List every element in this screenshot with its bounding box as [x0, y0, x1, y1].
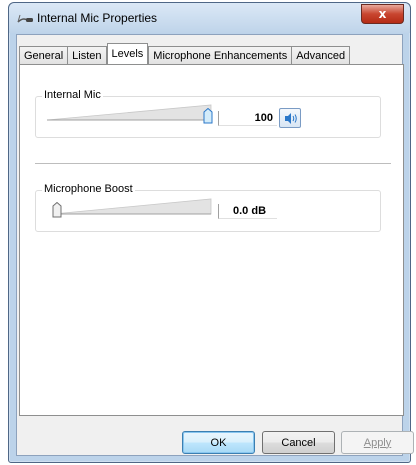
slider-track [46, 104, 212, 121]
internal-mic-value: 100 [218, 111, 277, 126]
internal-mic-slider[interactable] [46, 103, 213, 127]
close-icon: x [378, 7, 387, 21]
title-bar[interactable]: Internal Mic Properties x [9, 3, 410, 33]
internal-mic-label: Internal Mic [42, 89, 103, 101]
microphone-boost-label: Microphone Boost [42, 183, 135, 195]
window-title: Internal Mic Properties [37, 11, 158, 25]
internal-mic-slider-thumb[interactable] [203, 108, 213, 124]
microphone-boost-slider-thumb[interactable] [52, 202, 62, 218]
tab-microphone-enhancements[interactable]: Microphone Enhancements [148, 46, 293, 64]
microphone-icon [15, 10, 35, 26]
cancel-button[interactable]: Cancel [262, 431, 335, 454]
mute-toggle-button[interactable] [279, 108, 301, 128]
internal-mic-group: Internal Mic 100 [35, 89, 381, 138]
tab-levels[interactable]: Levels [106, 43, 149, 64]
properties-window: Internal Mic Properties x General Listen… [8, 2, 414, 463]
tab-general[interactable]: General [19, 46, 69, 64]
section-separator [35, 163, 391, 164]
speaker-icon [285, 113, 297, 124]
apply-button[interactable]: Apply [341, 431, 414, 454]
apply-label: Apply [363, 436, 392, 449]
ok-button[interactable]: OK [182, 431, 255, 454]
microphone-boost-value: 0.0 dB [218, 204, 277, 219]
microphone-boost-group: Microphone Boost 0.0 dB [35, 183, 381, 232]
dialog-client: General Listen Levels Microphone Enhance… [16, 34, 414, 456]
microphone-boost-slider[interactable] [52, 197, 212, 221]
close-button[interactable]: x [361, 4, 404, 24]
tab-listen[interactable]: Listen [67, 46, 107, 64]
tab-advanced[interactable]: Advanced [291, 46, 351, 64]
tab-strip: General Listen Levels Microphone Enhance… [19, 43, 351, 64]
levels-panel: Internal Mic 100 Microphone Boost 0.0 dB [19, 64, 404, 416]
boost-slider-track [52, 198, 212, 215]
